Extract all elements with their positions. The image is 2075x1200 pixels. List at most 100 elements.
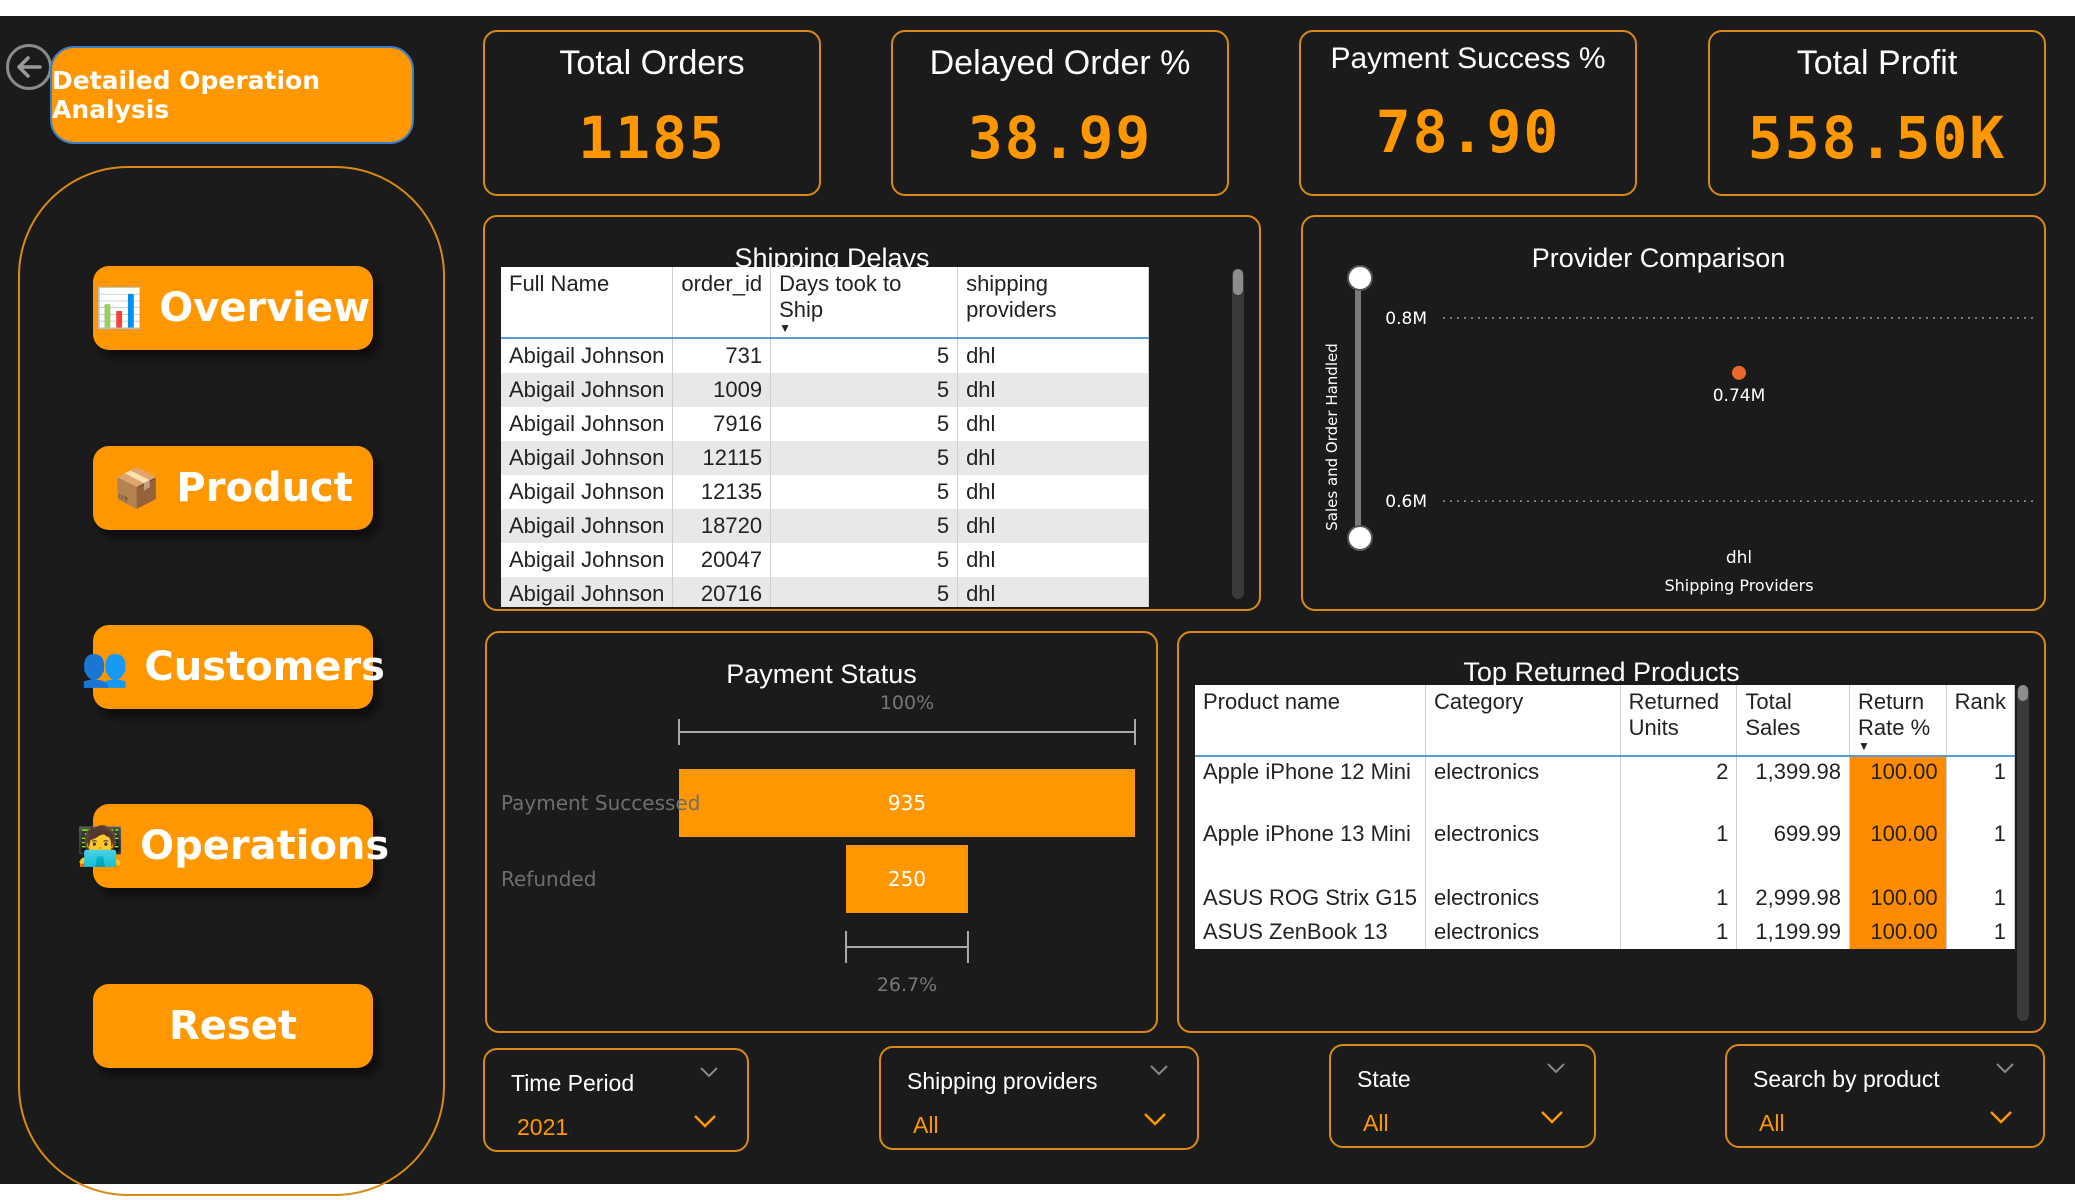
table-row[interactable]: Abigail Johnson 1009 5 dhl xyxy=(501,373,1149,407)
back-button[interactable] xyxy=(6,44,52,90)
column-header[interactable]: Product name xyxy=(1195,685,1426,757)
nav-customers-button[interactable]: 👥 Customers xyxy=(81,625,385,709)
top-returned-table[interactable]: Product name Category Returned Units Tot… xyxy=(1195,685,2016,949)
report-canvas: Detailed Operation Analysis 📊 Overview 📦… xyxy=(0,16,2075,1196)
shipping-delays-table[interactable]: Full Name order_id Days took to Ship ▼ s… xyxy=(501,267,1149,609)
operator-icon: 🧑‍💻 xyxy=(76,823,125,868)
cell: dhl xyxy=(957,543,1149,577)
payment-funnel-chart: 100% 935 Payment Successed 250 Refunded 26.7% xyxy=(501,692,1136,996)
search-product-slicer[interactable]: Search by product All xyxy=(1725,1044,2045,1148)
table-row[interactable]: Abigail Johnson 731 5 dhl xyxy=(501,338,1149,373)
cell: 1 xyxy=(1946,819,2016,881)
payment-status-panel: Payment Status 100% 935 Payment Successed 2… xyxy=(485,631,1158,1033)
shipping-delays-panel: Shipping Delays Full Name order_id Days … xyxy=(483,215,1261,611)
slicer-value: All xyxy=(1363,1110,1389,1136)
reset-button[interactable]: Reset xyxy=(93,984,373,1068)
kpi-total-orders: Total Orders 1185 xyxy=(483,30,821,196)
cell: 2,999.98 xyxy=(1736,881,1851,915)
chevron-down-icon[interactable] xyxy=(699,1066,719,1078)
nav-label: Overview xyxy=(159,285,371,331)
table-row[interactable]: Abigail Johnson 20047 5 dhl xyxy=(501,543,1149,577)
table-row[interactable]: Abigail Johnson 12115 5 dhl xyxy=(501,441,1149,475)
cell: 7916 xyxy=(672,407,772,441)
cell: 20047 xyxy=(672,543,772,577)
cell: Abigail Johnson xyxy=(501,407,674,441)
table-row[interactable]: Apple iPhone 13 Mini electronics 1 699.9… xyxy=(1195,819,2016,881)
slicer-value: 2021 xyxy=(517,1114,569,1140)
cell: Abigail Johnson xyxy=(501,577,674,609)
chevron-down-icon[interactable] xyxy=(1546,1062,1566,1074)
column-header[interactable]: Days took to Ship ▼ xyxy=(770,267,959,339)
cell: Apple iPhone 12 Mini xyxy=(1195,756,1426,819)
kpi-value: 38.99 xyxy=(967,104,1153,172)
funnel-value-label: 250 xyxy=(888,867,926,891)
column-header[interactable]: order_id xyxy=(672,267,772,339)
return-rate-cell: 100.00 xyxy=(1849,819,1947,881)
shipping-providers-slicer[interactable]: Shipping providers All xyxy=(879,1046,1199,1150)
column-header[interactable]: Total Sales xyxy=(1736,685,1851,757)
state-slicer[interactable]: State All xyxy=(1329,1044,1596,1148)
chevron-down-icon[interactable] xyxy=(1143,1112,1167,1126)
nav-product-button[interactable]: 📦 Product xyxy=(93,446,373,530)
slicer-label: Shipping providers xyxy=(907,1068,1098,1094)
provider-comparison-panel: Provider Comparison Sales and Order Hand… xyxy=(1301,215,2046,611)
table-row[interactable]: Abigail Johnson 20716 5 dhl xyxy=(501,577,1149,609)
nav-label: Operations xyxy=(140,823,390,869)
cell: ASUS ROG Strix G15 xyxy=(1195,881,1426,915)
column-header[interactable]: Returned Units xyxy=(1620,685,1738,757)
cell: 5 xyxy=(770,475,959,509)
funnel-category-label: Payment Successed xyxy=(501,791,700,815)
page-title: Detailed Operation Analysis xyxy=(52,66,321,124)
chevron-down-icon[interactable] xyxy=(1149,1064,1169,1076)
column-header[interactable]: shipping providers xyxy=(957,267,1149,339)
page-title-button[interactable]: Detailed Operation Analysis xyxy=(50,46,414,144)
table-scrollbar[interactable] xyxy=(1232,269,1244,599)
table-clip xyxy=(501,607,1151,609)
back-arrow-icon xyxy=(17,56,42,78)
table-row[interactable]: Abigail Johnson 12135 5 dhl xyxy=(501,475,1149,509)
slicer-value: All xyxy=(913,1112,939,1138)
column-header[interactable]: Category xyxy=(1425,685,1621,757)
cell: dhl xyxy=(957,407,1149,441)
cell: 1 xyxy=(1946,915,2016,949)
table-row[interactable]: Abigail Johnson 18720 5 dhl xyxy=(501,509,1149,543)
cell: 12115 xyxy=(672,441,772,475)
time-period-slicer[interactable]: Time Period 2021 xyxy=(483,1048,749,1152)
provider-comparison-chart: Sales and Order Handled Shipping Provide… xyxy=(1323,309,2033,595)
chevron-down-icon[interactable] xyxy=(1989,1110,2013,1124)
nav-overview-button[interactable]: 📊 Overview xyxy=(93,266,373,350)
column-header[interactable]: Return Rate % ▼ xyxy=(1849,685,1947,757)
table-row[interactable]: Apple iPhone 12 Mini electronics 2 1,399… xyxy=(1195,756,2016,819)
column-header[interactable]: Rank xyxy=(1946,685,2016,757)
cell: 5 xyxy=(770,338,959,373)
slicer-label: State xyxy=(1357,1066,1411,1092)
zoom-slider-handle-bottom[interactable] xyxy=(1347,525,1373,551)
scrollbar-thumb[interactable] xyxy=(1233,269,1243,295)
data-label: 0.74M xyxy=(1713,386,1766,406)
zoom-slider-handle-top[interactable] xyxy=(1347,265,1373,291)
cell: Abigail Johnson xyxy=(501,373,674,407)
cell: 699.99 xyxy=(1736,819,1851,881)
table-row[interactable]: ASUS ROG Strix G15 electronics 1 2,999.9… xyxy=(1195,881,2016,915)
scatter-point[interactable] xyxy=(1732,365,1746,380)
table-scrollbar[interactable] xyxy=(2017,685,2029,1021)
cell: 5 xyxy=(770,407,959,441)
sort-desc-icon: ▼ xyxy=(1858,739,1870,753)
cell: Abigail Johnson xyxy=(501,509,674,543)
column-header[interactable]: Full Name xyxy=(501,267,674,339)
kpi-payment-success: Payment Success % 78.90 xyxy=(1299,30,1637,196)
zoom-slider[interactable] xyxy=(1355,272,1361,534)
chevron-down-icon[interactable] xyxy=(1540,1110,1564,1124)
table-row[interactable]: ASUS ZenBook 13 electronics 1 1,199.99 1… xyxy=(1195,915,2016,949)
return-rate-cell: 100.00 xyxy=(1849,881,1947,915)
cell: 5 xyxy=(770,441,959,475)
y-tick-label: 0.6M xyxy=(1385,492,1427,512)
chevron-down-icon[interactable] xyxy=(693,1114,717,1128)
chevron-down-icon[interactable] xyxy=(1995,1062,2015,1074)
nav-operations-button[interactable]: 🧑‍💻 Operations xyxy=(77,804,389,888)
funnel-top-bracket xyxy=(678,719,1136,745)
cell: 1 xyxy=(1620,819,1738,881)
table-row[interactable]: Abigail Johnson 7916 5 dhl xyxy=(501,407,1149,441)
kpi-delayed-order: Delayed Order % 38.99 xyxy=(891,30,1229,196)
scrollbar-thumb[interactable] xyxy=(2018,685,2028,701)
